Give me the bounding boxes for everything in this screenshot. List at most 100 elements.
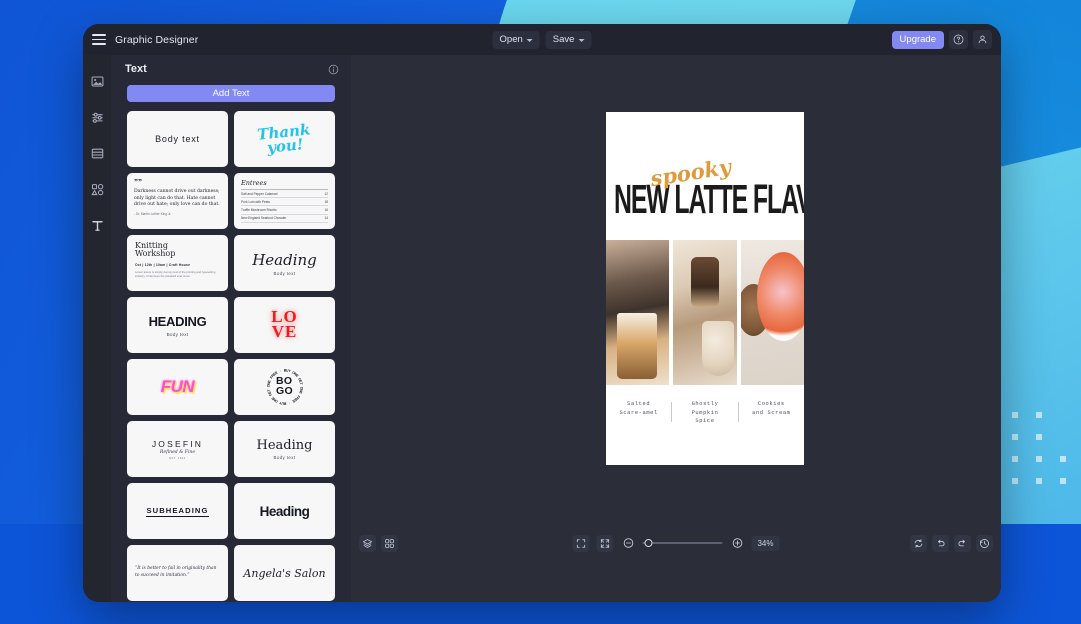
text-template-thumbnail[interactable]: ”” Darkness cannot drive out darkness; on… — [127, 173, 228, 229]
poster-title-group[interactable]: NEW LATTE FLAVORS spooky — [606, 154, 804, 222]
text-template-thumbnail[interactable]: Heading Body text — [234, 421, 335, 477]
add-text-button[interactable]: Add Text — [127, 85, 335, 102]
text-template-thumbnail[interactable]: BUY ONE GET ONE FREE · BUY ONE GET ONE F… — [234, 359, 335, 415]
photo-pumpkin-spice-dessert[interactable] — [673, 240, 737, 385]
template-fun: FUN — [160, 377, 195, 396]
version-history-button[interactable] — [976, 534, 993, 552]
canvas-area[interactable]: NEW LATTE FLAVORS spooky Salted Scare-ame… — [351, 55, 1001, 602]
menu-item-name: New England Seafood Chowder — [241, 216, 287, 221]
text-template-thumbnail[interactable]: “It is better to fail in originality tha… — [127, 545, 228, 601]
flavor-caption[interactable]: Salted Scare-amel — [606, 400, 671, 417]
menu-item-price: 12 — [324, 191, 328, 196]
upgrade-button[interactable]: Upgrade — [891, 30, 944, 49]
zoom-slider-handle[interactable] — [644, 539, 653, 547]
top-bar: Graphic Designer Open Save Upgrade — [83, 24, 1001, 55]
version-history-clock-icon — [980, 538, 989, 548]
open-menu-button[interactable]: Open — [492, 30, 540, 49]
zoom-slider[interactable] — [642, 538, 723, 548]
flavor-caption[interactable]: Cookies and Scream — [739, 400, 804, 417]
left-icon-rail — [83, 55, 111, 602]
bogo-center-text: BO GO — [276, 375, 293, 397]
sync-button[interactable] — [910, 534, 927, 552]
zoom-in-plus-icon — [732, 538, 742, 548]
text-template-thumbnail[interactable]: Knitting Workshop Oct | 12th | 10am | Craf… — [127, 235, 228, 291]
app-window: Graphic Designer Open Save Upgrade Text … — [83, 24, 1001, 602]
sidebar-item-elements[interactable] — [87, 179, 107, 199]
flavor-caption[interactable]: Ghostly Pumpkin Spice — [672, 400, 737, 426]
template-heading-serif: Heading Body text — [252, 251, 317, 276]
text-template-thumbnail[interactable]: SUBHEADING — [127, 483, 228, 539]
background-dot — [1060, 456, 1066, 462]
help-button[interactable] — [949, 30, 968, 49]
text-template-thumbnail[interactable]: Body text — [127, 111, 228, 167]
grid-view-icon — [385, 538, 394, 548]
account-button[interactable] — [973, 30, 992, 49]
sidebar-item-adjust[interactable] — [87, 107, 107, 127]
quote-attribution: - Dr. Martin Luther King Jr. — [134, 211, 172, 216]
template-heading-bold: HEADING Body text — [149, 314, 207, 337]
background-dot — [1012, 412, 1018, 418]
body-text: Body text — [273, 455, 296, 460]
text-template-thumbnail[interactable]: Heading — [234, 483, 335, 539]
zoom-out-minus-icon — [623, 538, 633, 548]
fit-to-screen-button[interactable] — [572, 534, 590, 552]
bottom-toolbar: 34% — [351, 529, 1001, 557]
undo-button[interactable] — [932, 534, 949, 552]
grid-view-button[interactable] — [381, 534, 398, 552]
upgrade-label: Upgrade — [899, 34, 936, 45]
flavor-caption-line: Spice — [695, 418, 715, 425]
template-josefin: JOSEFIN Refined & Fine EST. 1942 — [152, 439, 203, 460]
photo-caramel-latte-pour[interactable] — [606, 240, 670, 385]
flavor-caption-line: Pumpkin — [691, 409, 719, 416]
text-type-icon — [91, 220, 103, 231]
text-template-thumbnail[interactable]: Angela's Salon — [234, 545, 335, 601]
sidebar-item-photos[interactable] — [87, 71, 107, 91]
panel-info-button[interactable] — [328, 64, 339, 75]
open-menu-label: Open — [499, 34, 523, 45]
text-template-thumbnail[interactable]: Thank you! — [234, 111, 335, 167]
menu-row: New England Seafood Chowder 14 — [241, 215, 328, 223]
zoom-controls: 34% — [572, 534, 780, 552]
poster-flavor-captions: Salted Scare-amel Ghostly Pumpkin Spice Cooki… — [606, 400, 804, 426]
menu-item-name: Salt and Pepper Calamari — [241, 191, 278, 196]
page-root: Graphic Designer Open Save Upgrade Text … — [0, 0, 1081, 624]
background-dot — [1036, 412, 1042, 418]
zoom-out-button[interactable] — [621, 536, 636, 551]
text-template-thumbnail[interactable]: Heading Body text — [234, 235, 335, 291]
text-template-thumbnail[interactable]: LO VE — [234, 297, 335, 353]
background-dot — [1036, 434, 1042, 440]
text-template-thumbnail[interactable]: FUN — [127, 359, 228, 415]
background-dot-grid — [1012, 412, 1074, 492]
fit-to-screen-icon — [576, 538, 586, 548]
poster-design[interactable]: NEW LATTE FLAVORS spooky Salted Scare-ame… — [606, 112, 804, 465]
background-dot — [1012, 434, 1018, 440]
chevron-down-icon — [578, 38, 585, 42]
event-body: Lorem ipsum is simply dummy text of the … — [135, 269, 216, 278]
fullscreen-button[interactable] — [596, 534, 614, 552]
template-heading-serif-2: Heading Body text — [257, 438, 313, 460]
text-template-thumbnail[interactable]: HEADING Body text — [127, 297, 228, 353]
body-text: Body text — [166, 331, 189, 337]
redo-arrow-icon — [958, 539, 965, 546]
background-dot — [1012, 478, 1018, 484]
text-template-thumbnail[interactable]: JOSEFIN Refined & Fine EST. 1942 — [127, 421, 228, 477]
sidebar-item-text[interactable] — [87, 215, 107, 235]
flavor-caption-line: Cookies — [757, 401, 785, 407]
zoom-level-display[interactable]: 34% — [751, 535, 780, 551]
menu-item-price: 14 — [324, 216, 328, 221]
photo-pink-latte-cookies[interactable] — [740, 240, 804, 385]
panel-title: Text — [125, 63, 147, 75]
save-menu-label: Save — [552, 34, 575, 45]
hamburger-menu-icon[interactable] — [92, 34, 106, 45]
bottom-toolbar-right — [910, 534, 993, 552]
question-mark-circle-icon — [953, 34, 964, 45]
layers-button[interactable] — [359, 534, 376, 552]
heading-text: Heading — [256, 438, 313, 453]
sidebar-item-templates[interactable] — [87, 143, 107, 163]
fullscreen-expand-icon — [600, 538, 610, 548]
save-menu-button[interactable]: Save — [545, 30, 592, 49]
zoom-in-button[interactable] — [730, 536, 745, 551]
redo-button[interactable] — [954, 534, 971, 552]
text-template-thumbnail[interactable]: Entrees Salt and Pepper Calamari 12 Pork Lo… — [234, 173, 335, 229]
background-dot — [1012, 456, 1018, 462]
